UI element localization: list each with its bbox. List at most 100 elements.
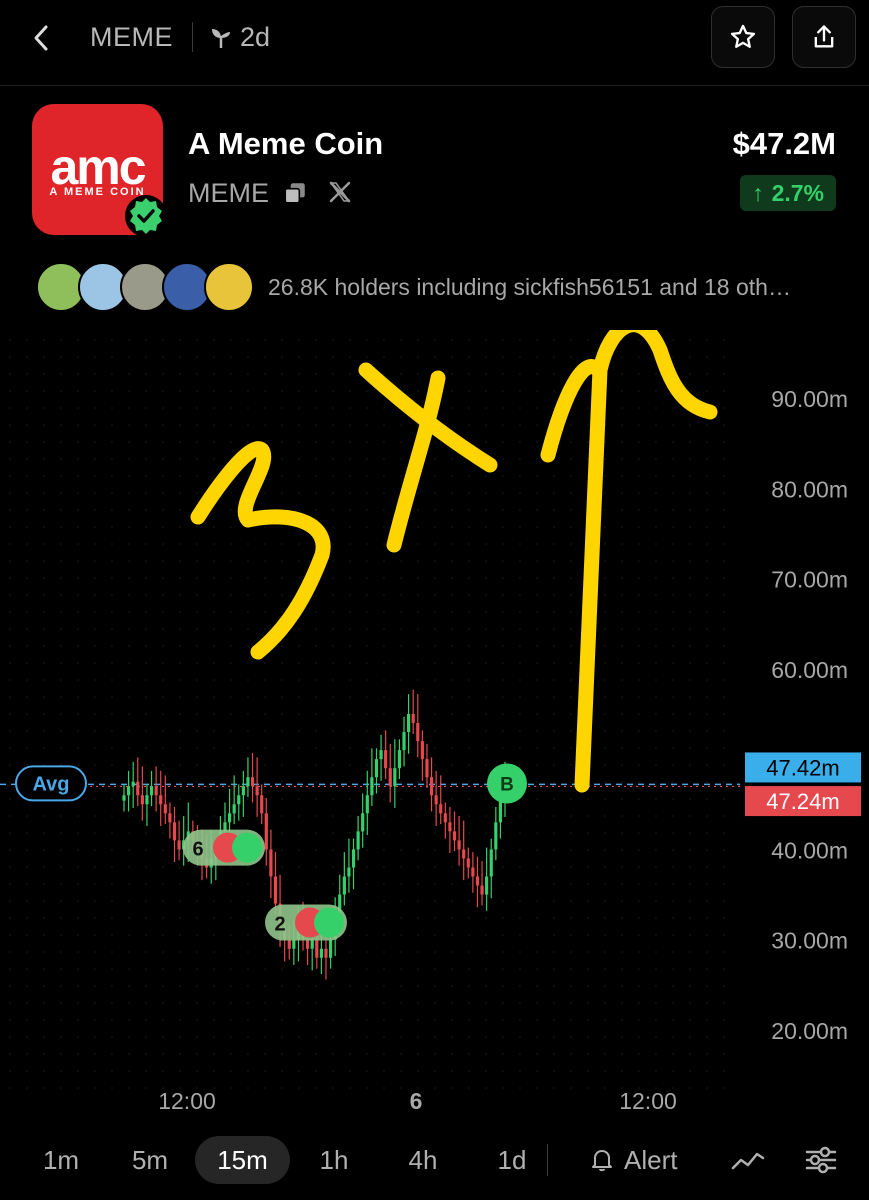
grid-dot <box>264 611 266 613</box>
grid-dot <box>723 509 725 511</box>
grid-dot <box>383 883 385 885</box>
candle-body <box>411 714 415 724</box>
timeframe-1h[interactable]: 1h <box>305 1136 363 1184</box>
grid-dot <box>451 934 453 936</box>
grid-dot <box>145 628 147 630</box>
grid-dot <box>621 730 623 732</box>
grid-dot <box>706 713 708 715</box>
grid-dot <box>349 679 351 681</box>
grid-dot <box>26 1002 28 1004</box>
grid-dot <box>366 730 368 732</box>
grid-dot <box>179 781 181 783</box>
grid-dot <box>196 1002 198 1004</box>
grid-dot <box>77 407 79 409</box>
grid-dot <box>689 968 691 970</box>
grid-dot <box>43 696 45 698</box>
grid-dot <box>332 662 334 664</box>
grid-dot <box>587 407 589 409</box>
timeframe-1m[interactable]: 1m <box>30 1136 92 1184</box>
copy-icon[interactable] <box>282 180 308 206</box>
price-chart[interactable]: 90.00m80.00m70.00m60.00m40.00m30.00m20.0… <box>0 330 869 1130</box>
grid-dot <box>604 883 606 885</box>
grid-dot <box>298 832 300 834</box>
grid-dot <box>587 390 589 392</box>
grid-dot <box>349 390 351 392</box>
grid-dot <box>570 475 572 477</box>
grid-dot <box>247 1002 249 1004</box>
grid-dot <box>434 1053 436 1055</box>
grid-dot <box>349 645 351 647</box>
grid-dot <box>111 407 113 409</box>
grid-dot <box>77 339 79 341</box>
grid-dot <box>128 815 130 817</box>
holders-summary[interactable]: 26.8K holders including sickfish56151 an… <box>268 274 853 301</box>
grid-dot <box>451 968 453 970</box>
grid-dot <box>43 951 45 953</box>
favorite-button[interactable] <box>711 6 775 68</box>
grid-dot <box>485 1087 487 1089</box>
grid-dot <box>519 679 521 681</box>
grid-dot <box>9 900 11 902</box>
grid-dot <box>128 849 130 851</box>
grid-dot <box>26 747 28 749</box>
grid-dot <box>570 917 572 919</box>
grid-dot <box>349 696 351 698</box>
candle-body <box>402 732 406 751</box>
timeframe-1d[interactable]: 1d <box>482 1136 542 1184</box>
timeframe-4h[interactable]: 4h <box>393 1136 453 1184</box>
grid-dot <box>689 628 691 630</box>
grid-dot <box>213 441 215 443</box>
grid-dot <box>179 798 181 800</box>
grid-dot <box>417 356 419 358</box>
grid-dot <box>451 407 453 409</box>
grid-dot <box>213 1036 215 1038</box>
grid-dot <box>638 679 640 681</box>
settings-sliders-icon[interactable] <box>803 1140 839 1180</box>
grid-dot <box>9 645 11 647</box>
grid-dot <box>604 1019 606 1021</box>
timeframe-5m[interactable]: 5m <box>118 1136 182 1184</box>
grid-dot <box>60 900 62 902</box>
grid-dot <box>451 373 453 375</box>
grid-dot <box>604 985 606 987</box>
grid-dot <box>26 458 28 460</box>
grid-dot <box>434 1036 436 1038</box>
grid-dot <box>485 407 487 409</box>
grid-dot <box>655 509 657 511</box>
grid-dot <box>502 492 504 494</box>
share-button[interactable] <box>792 6 856 68</box>
grid-dot <box>213 526 215 528</box>
grid-dot <box>43 560 45 562</box>
grid-dot <box>247 747 249 749</box>
grid-dot <box>315 611 317 613</box>
grid-dot <box>315 1087 317 1089</box>
grid-dot <box>604 492 606 494</box>
indicator-icon[interactable] <box>730 1140 766 1180</box>
back-button[interactable] <box>26 20 56 56</box>
grid-dot <box>9 407 11 409</box>
grid-dot <box>655 662 657 664</box>
alert-button[interactable]: Alert <box>590 1136 677 1184</box>
grid-dot <box>519 611 521 613</box>
grid-dot <box>196 662 198 664</box>
grid-dot <box>672 1036 674 1038</box>
grid-dot <box>553 373 555 375</box>
grid-dot <box>145 1036 147 1038</box>
grid-dot <box>179 696 181 698</box>
holder-avatars[interactable] <box>36 262 256 312</box>
grid-dot <box>570 747 572 749</box>
grid-dot <box>247 968 249 970</box>
grid-dot <box>587 900 589 902</box>
timeframe-15m[interactable]: 15m <box>195 1136 290 1184</box>
grid-dot <box>536 577 538 579</box>
grid-dot <box>689 441 691 443</box>
grid-dot <box>213 475 215 477</box>
grid-dot <box>128 764 130 766</box>
grid-dot <box>145 441 147 443</box>
grid-dot <box>111 713 113 715</box>
grid-dot <box>553 560 555 562</box>
x-twitter-icon[interactable] <box>328 180 352 204</box>
grid-dot <box>128 577 130 579</box>
grid-dot <box>400 866 402 868</box>
grid-dot <box>94 577 96 579</box>
